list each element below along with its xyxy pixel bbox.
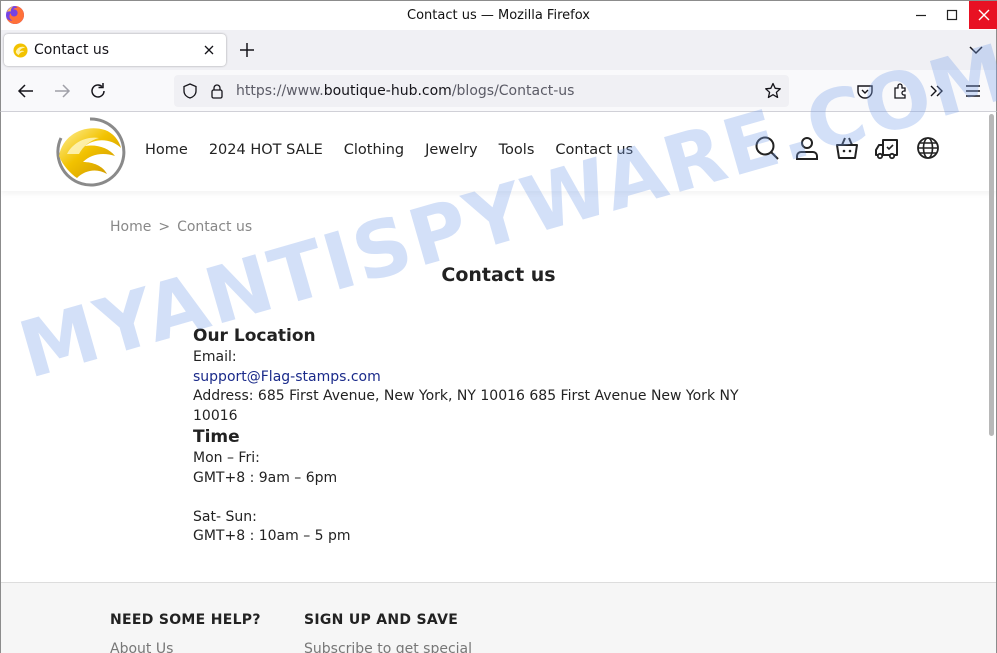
footer-help-heading: NEED SOME HELP? — [110, 612, 261, 628]
weekday-label: Mon – Fri: — [193, 450, 260, 466]
close-tab-icon[interactable] — [201, 42, 217, 58]
order-tracking-truck-icon[interactable] — [874, 135, 900, 161]
menu-item-home[interactable]: Home — [145, 142, 188, 158]
menu-item-contact-us[interactable]: Contact us — [555, 142, 633, 158]
list-all-tabs-icon[interactable] — [967, 41, 985, 59]
new-tab-icon[interactable] — [237, 40, 257, 60]
tracking-protection-shield-icon[interactable] — [182, 83, 198, 99]
maximize-icon — [946, 9, 958, 21]
navigation-toolbar: https://www.boutique-hub.com/blogs/Conta… — [0, 70, 997, 112]
email-link[interactable]: support@Flag-stamps.com — [193, 369, 381, 385]
tab-label: Contact us — [34, 42, 110, 58]
email-label: Email: — [193, 349, 237, 365]
menu-item-jewelry[interactable]: Jewelry — [425, 142, 478, 158]
breadcrumb-home-link[interactable]: Home — [110, 219, 151, 235]
site-footer: NEED SOME HELP? About Us SIGN UP AND SAV… — [1, 582, 996, 653]
url-domain: boutique-hub.com — [323, 83, 452, 99]
minimize-button[interactable] — [907, 1, 935, 29]
address-bar[interactable]: https://www.boutique-hub.com/blogs/Conta… — [174, 75, 789, 107]
footer-about-us-link[interactable]: About Us — [110, 641, 173, 653]
site-header: Home 2024 HOT SALE Clothing Jewelry Tool… — [1, 112, 996, 191]
footer-signup-text: Subscribe to get special — [304, 641, 473, 653]
url-path: /blogs/Contact-us — [451, 83, 575, 99]
footer-signup-heading: SIGN UP AND SAVE — [304, 612, 459, 628]
close-icon — [978, 9, 989, 21]
url-text[interactable]: https://www.boutique-hub.com/blogs/Conta… — [236, 83, 574, 99]
back-arrow-icon[interactable] — [17, 82, 35, 100]
account-icon[interactable] — [794, 135, 820, 161]
breadcrumb-current: Contact us — [177, 219, 253, 235]
time-heading: Time — [193, 427, 240, 447]
tab-contact-us[interactable]: Contact us — [4, 34, 226, 66]
page-title: Contact us — [441, 264, 556, 286]
menu-item-tools[interactable]: Tools — [499, 142, 535, 158]
site-favicon-icon — [13, 43, 28, 58]
url-prefix: https://www. — [236, 83, 324, 99]
weekend-hours: GMT+8 : 10am – 5 pm — [193, 528, 351, 544]
address-line-1: Address: 685 First Avenue, New York, NY … — [193, 388, 739, 404]
reload-icon[interactable] — [89, 82, 107, 100]
cart-basket-icon[interactable] — [834, 135, 860, 161]
weekday-hours: GMT+8 : 9am – 6pm — [193, 469, 338, 486]
search-icon[interactable] — [754, 135, 780, 161]
weekend-label: Sat- Sun: — [193, 508, 257, 525]
close-window-button[interactable] — [969, 1, 997, 29]
main-menu: Home 2024 HOT SALE Clothing Jewelry Tool… — [145, 142, 654, 158]
window-titlebar: Contact us — Mozilla Firefox — [0, 0, 997, 30]
menu-item-hot-sale[interactable]: 2024 HOT SALE — [209, 142, 323, 158]
window-title: Contact us — Mozilla Firefox — [407, 8, 590, 23]
lock-icon[interactable] — [209, 83, 225, 99]
address-line-2: 10016 — [193, 407, 238, 424]
forward-arrow-icon[interactable] — [53, 82, 71, 100]
contact-details: Our Location Email: support@Flag-stamps.… — [193, 325, 773, 547]
tab-strip: Contact us — [0, 30, 997, 70]
page-viewport: Home 2024 HOT SALE Clothing Jewelry Tool… — [0, 112, 997, 653]
site-logo-icon[interactable] — [53, 116, 127, 188]
menu-item-clothing[interactable]: Clothing — [344, 142, 404, 158]
page-scrollbar[interactable] — [989, 114, 994, 436]
breadcrumb-separator: > — [158, 219, 171, 235]
maximize-button[interactable] — [938, 1, 966, 29]
minimize-icon — [916, 14, 926, 17]
bookmark-star-icon[interactable] — [764, 82, 782, 100]
pocket-icon[interactable] — [856, 82, 874, 100]
more-tools-chevrons-icon[interactable] — [928, 82, 946, 100]
extensions-puzzle-icon[interactable] — [892, 82, 910, 100]
language-globe-icon[interactable] — [915, 135, 941, 161]
breadcrumb: Home > Contact us — [110, 219, 252, 235]
hamburger-menu-icon[interactable] — [964, 82, 982, 100]
location-heading: Our Location — [193, 326, 316, 346]
